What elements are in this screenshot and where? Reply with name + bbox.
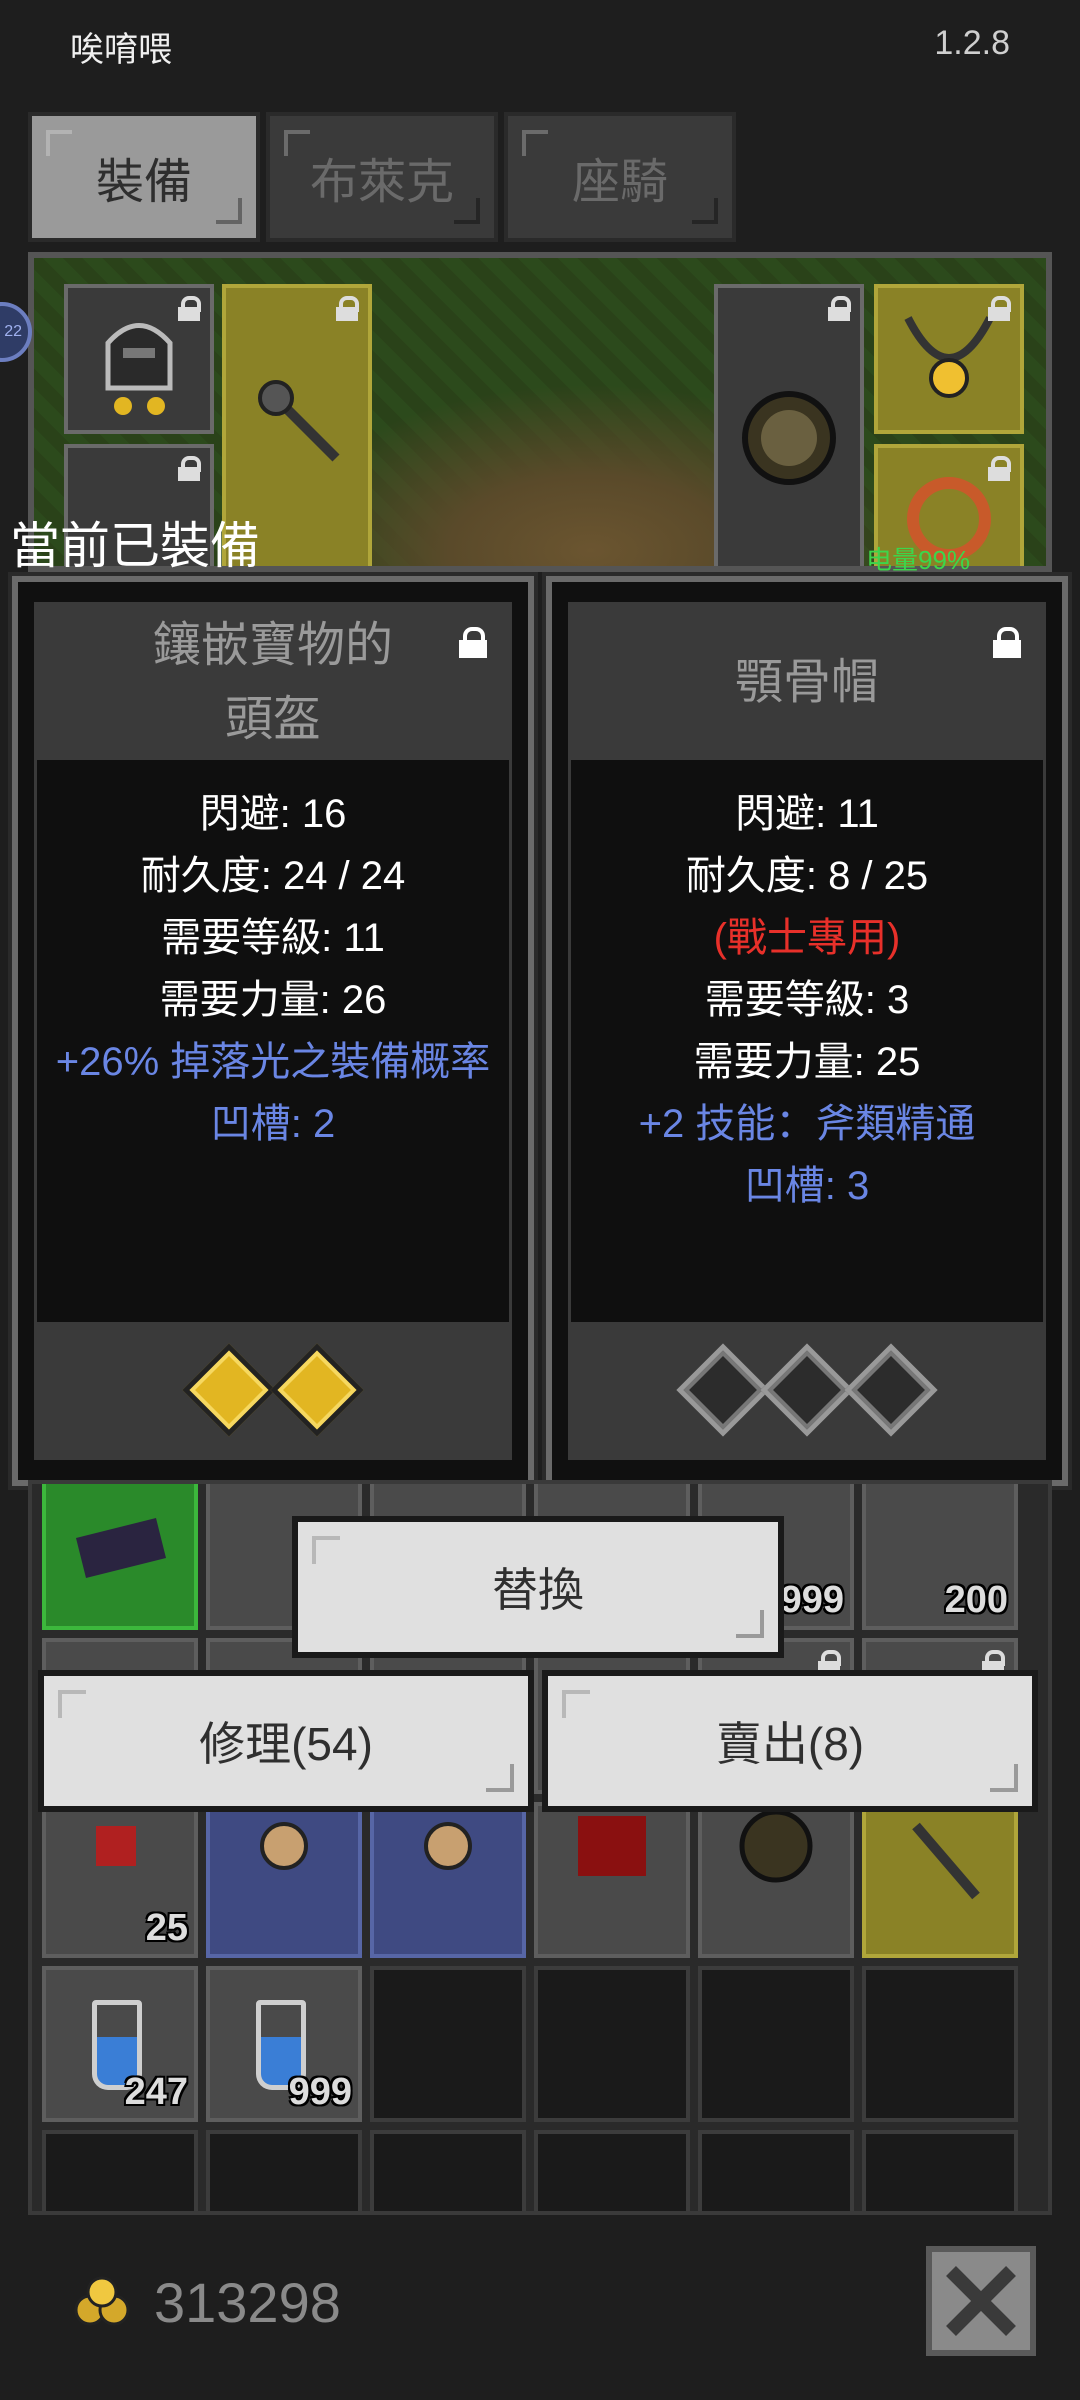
equipped-item-stats: 閃避: 16 耐久度: 24 / 24 需要等級: 11 需要力量: 26 +2… <box>37 783 509 1155</box>
lock-icon[interactable] <box>459 627 487 659</box>
tab-black-label: 布萊克 <box>309 156 454 209</box>
compare-item-title-text: 顎骨帽 <box>734 655 879 709</box>
item-quantity: 247 <box>124 2071 188 2113</box>
sell-button-label: 賣出(8) <box>715 1718 865 1770</box>
compare-item-stats: 閃避: 11 耐久度: 8 / 25 (戰士專用) 需要等級: 3 需要力量: … <box>571 783 1043 1217</box>
equipped-label: 當前已裝備 <box>10 518 260 574</box>
bonus-line: +2 技能：斧類精通 <box>638 1102 976 1146</box>
item-quantity: 999 <box>288 2071 352 2113</box>
equipped-item-card: 鑲嵌寶物的 頭盔 閃避: 16 耐久度: 24 / 24 需要等級: 11 需要… <box>8 572 538 1490</box>
socket-line: 凹槽: 2 <box>210 1102 336 1146</box>
inventory-slot-empty[interactable] <box>862 2130 1018 2211</box>
inventory-slot-empty[interactable] <box>206 2130 362 2211</box>
repair-button-label: 修理(54) <box>199 1718 373 1770</box>
lock-icon <box>178 456 201 482</box>
bonus-line: +26% 掉落光之裝備概率 <box>55 1040 491 1084</box>
battery-label: 电量99% <box>866 545 971 575</box>
compare-item-title: 顎骨帽 <box>571 605 1043 760</box>
sell-button[interactable]: 賣出(8) <box>542 1670 1038 1812</box>
inventory-slot-empty[interactable] <box>370 1966 526 2122</box>
close-icon <box>946 2266 1016 2336</box>
armor-icon <box>578 1816 646 1876</box>
lock-icon[interactable] <box>993 627 1021 659</box>
replace-button-label: 替換 <box>492 1564 584 1616</box>
tab-equipment-label: 裝備 <box>95 156 192 209</box>
tab-mount-label: 座騎 <box>571 156 668 209</box>
gem-socket-filled <box>182 1342 276 1437</box>
repair-button[interactable]: 修理(54) <box>38 1670 534 1812</box>
stat-line: 需要等級: 11 <box>161 916 385 960</box>
socket-row <box>571 1322 1043 1457</box>
gem-socket-empty <box>760 1342 854 1437</box>
stat-line: 閃避: 11 <box>735 792 879 836</box>
mace-icon <box>912 1822 980 1900</box>
lock-icon <box>988 296 1011 322</box>
shield-icon <box>739 1809 813 1883</box>
inventory-slot[interactable] <box>698 1802 854 1958</box>
socket-line: 凹槽: 3 <box>744 1164 870 1208</box>
gold-coins-icon <box>74 2276 130 2326</box>
socket-row <box>37 1322 509 1457</box>
inventory-slot-empty[interactable] <box>534 2130 690 2211</box>
item-quantity: 25 <box>145 1907 188 1949</box>
inventory-slot[interactable]: 25 <box>42 1802 198 1958</box>
inventory-slot-empty[interactable] <box>698 2130 854 2211</box>
lock-icon <box>336 296 359 322</box>
inventory-slot[interactable] <box>862 1802 1018 1958</box>
amulet-slot[interactable] <box>874 284 1024 434</box>
stat-line: 閃避: 16 <box>199 792 347 836</box>
glove-icon <box>76 1518 166 1578</box>
lock-icon <box>988 456 1011 482</box>
gold-amount: 313298 <box>154 2271 341 2334</box>
inventory-slot-empty[interactable] <box>698 1966 854 2122</box>
class-requirement: (戰士專用) <box>713 916 901 960</box>
helmet-slot[interactable] <box>64 284 214 434</box>
inventory-slot-empty[interactable] <box>370 2130 526 2211</box>
item-quantity: 999 <box>780 1579 844 1621</box>
inventory-slot[interactable]: 247 <box>42 1966 198 2122</box>
inventory-slot-empty[interactable] <box>862 1966 1018 2122</box>
inventory-slot[interactable] <box>534 1802 690 1958</box>
equipped-item-title-line2: 頭盔 <box>224 692 321 746</box>
gem-socket-filled <box>270 1342 364 1437</box>
inventory-slot[interactable] <box>206 1802 362 1958</box>
close-button[interactable] <box>926 2246 1036 2356</box>
replace-button[interactable]: 替換 <box>292 1516 784 1658</box>
stat-line: 耐久度: 24 / 24 <box>140 854 406 898</box>
version-label: 1.2.8 <box>934 24 1010 62</box>
gem-socket-empty <box>844 1342 938 1437</box>
inventory-slot-empty[interactable] <box>534 1966 690 2122</box>
lock-icon <box>178 296 201 322</box>
stat-line: 需要等級: 3 <box>704 978 910 1022</box>
app-name-label: 唉唷喂 <box>70 31 172 69</box>
shield-slot[interactable] <box>714 284 864 566</box>
equipped-item-title: 鑲嵌寶物的 頭盔 <box>37 605 509 760</box>
inventory-slot[interactable]: 999 <box>206 1966 362 2122</box>
item-quantity: 200 <box>944 1579 1008 1621</box>
scroll-icon <box>424 1822 472 1870</box>
tab-mount[interactable]: 座騎 <box>504 112 736 242</box>
stat-line: 需要力量: 25 <box>693 1040 921 1084</box>
inventory-slot[interactable] <box>370 1802 526 1958</box>
inventory-slot[interactable]: 200 <box>862 1484 1018 1630</box>
scroll-icon <box>260 1822 308 1870</box>
lock-icon <box>828 296 851 322</box>
stat-line: 耐久度: 8 / 25 <box>685 854 929 898</box>
tab-black[interactable]: 布萊克 <box>266 112 498 242</box>
equipped-item-title-line1: 鑲嵌寶物的 <box>152 618 393 672</box>
tab-equipment[interactable]: 裝備 <box>28 112 260 242</box>
stat-line: 需要力量: 26 <box>159 978 387 1022</box>
gem-socket-empty <box>676 1342 770 1437</box>
compare-item-card: 顎骨帽 閃避: 11 耐久度: 8 / 25 (戰士專用) 需要等級: 3 需要… <box>542 572 1072 1490</box>
inventory-slot[interactable] <box>42 1484 198 1630</box>
inventory-slot-empty[interactable] <box>42 2130 198 2211</box>
